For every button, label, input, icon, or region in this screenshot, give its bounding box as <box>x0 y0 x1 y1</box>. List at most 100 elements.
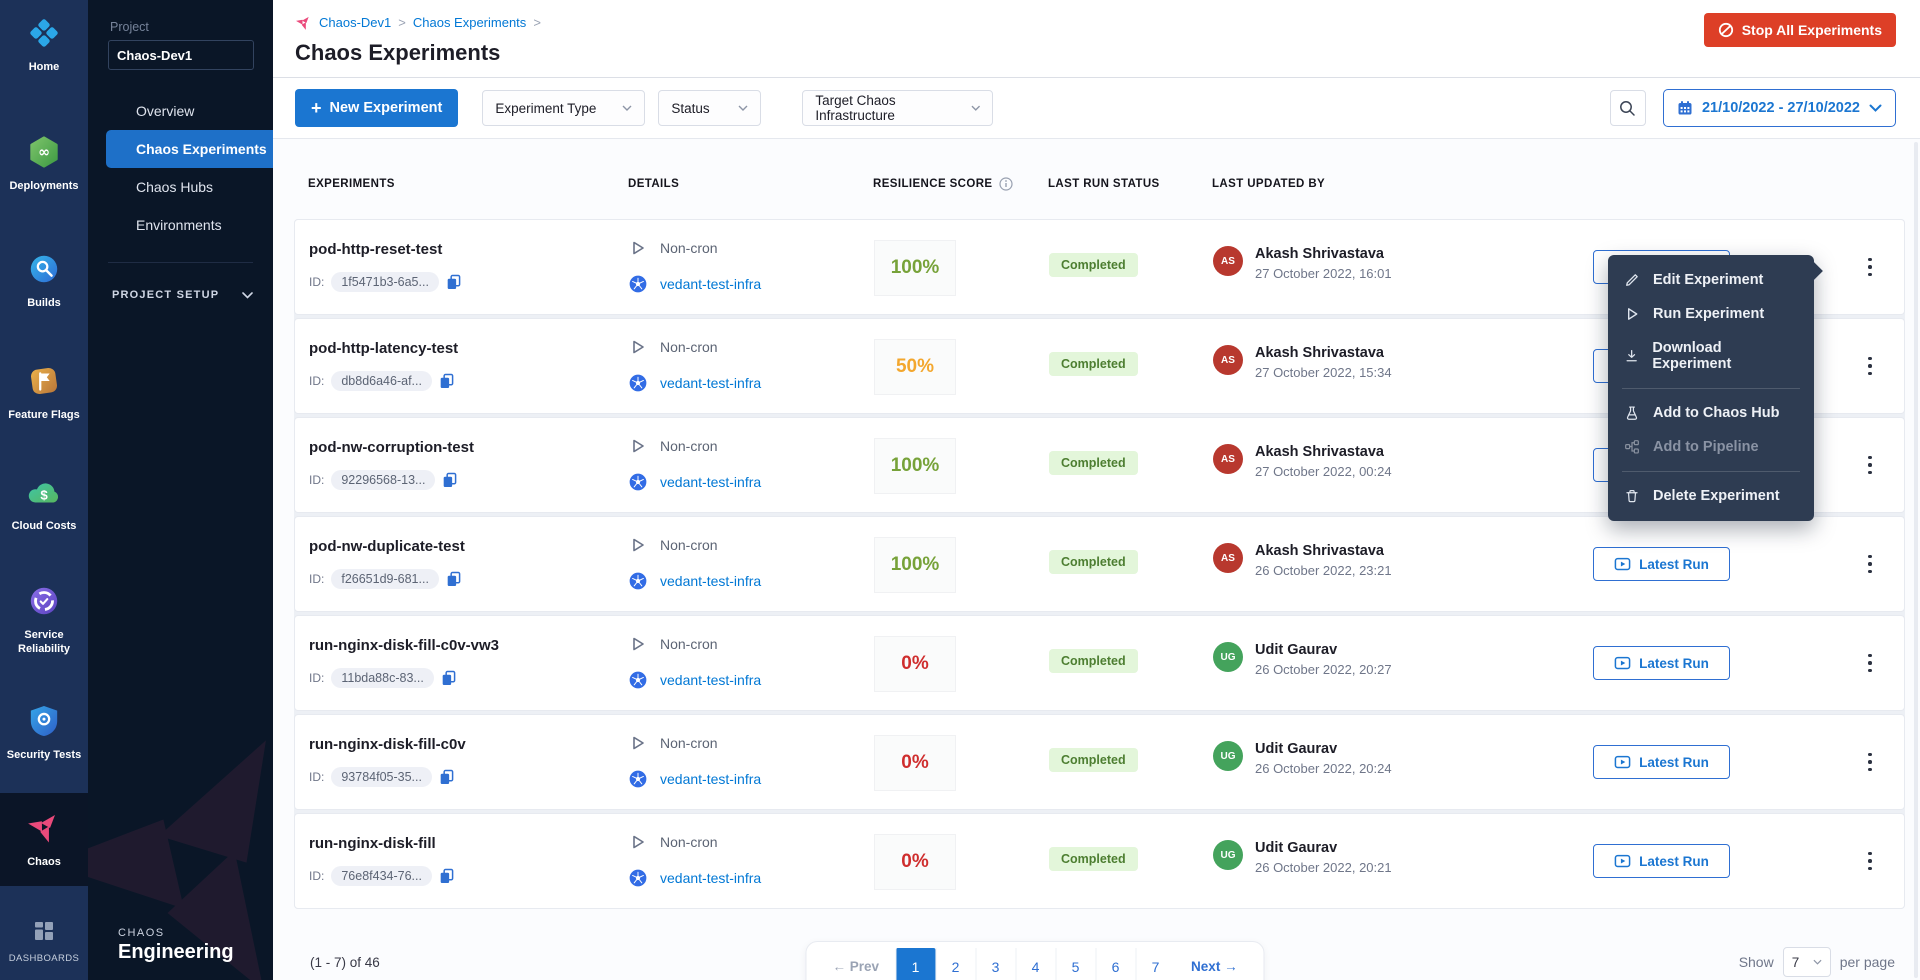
status-filter[interactable]: Status <box>658 90 761 126</box>
page-button-4[interactable]: 4 <box>1015 948 1055 980</box>
infra-link[interactable]: vedant-test-infra <box>660 771 761 787</box>
nav-service-reliability[interactable]: Service Reliability <box>0 574 88 667</box>
menu-item-add-to-pipeline[interactable]: Add to Pipeline <box>1608 430 1814 464</box>
infra-link[interactable]: vedant-test-infra <box>660 870 761 886</box>
project-name-input[interactable] <box>109 41 273 69</box>
non-cron-icon <box>629 239 647 257</box>
search-button[interactable] <box>1610 90 1646 126</box>
copy-id-button[interactable] <box>446 571 461 587</box>
row-menu-button[interactable] <box>1857 743 1883 781</box>
copy-id-button[interactable] <box>439 373 454 389</box>
infra-link[interactable]: vedant-test-infra <box>660 672 761 688</box>
non-cron-icon <box>629 734 647 752</box>
resilience-score-value: 100% <box>891 257 940 279</box>
nav-chaos[interactable]: Chaos <box>0 793 88 886</box>
latest-run-button[interactable]: Latest Run <box>1593 745 1730 779</box>
menu-item-download-experiment[interactable]: Download Experiment <box>1608 331 1814 381</box>
experiment-context-menu: Edit Experiment Run Experiment Download … <box>1608 255 1814 521</box>
nav-cloud-costs[interactable]: $ Cloud Costs <box>0 467 88 544</box>
stop-all-experiments-button[interactable]: Stop All Experiments <box>1704 13 1896 47</box>
copy-id-button[interactable] <box>441 670 456 686</box>
copy-id-button[interactable] <box>442 472 457 488</box>
nav-dashboards[interactable]: DASHBOARDS <box>0 910 88 975</box>
row-menu-button[interactable] <box>1857 347 1883 385</box>
experiment-name[interactable]: pod-nw-duplicate-test <box>309 538 629 555</box>
menu-item-delete-experiment[interactable]: Delete Experiment <box>1608 479 1814 513</box>
page-button-6[interactable]: 6 <box>1095 948 1135 980</box>
scrollbar[interactable] <box>1914 142 1918 978</box>
infra-link[interactable]: vedant-test-infra <box>660 375 761 391</box>
row-menu-button[interactable] <box>1857 248 1883 286</box>
target-infrastructure-label: Target Chaos Infrastructure <box>815 93 971 123</box>
menu-item-add-to-chaos-hub[interactable]: Add to Chaos Hub <box>1608 396 1814 430</box>
experiment-name[interactable]: pod-nw-corruption-test <box>309 439 629 456</box>
next-page-button[interactable]: Next → <box>1175 948 1254 980</box>
resilience-score-box: 0% <box>874 834 956 890</box>
sidebar-item-chaos-hubs[interactable]: Chaos Hubs <box>88 168 273 206</box>
project-setup-toggle[interactable]: PROJECT SETUP <box>112 289 253 301</box>
schedule-type: Non-cron <box>660 636 718 652</box>
menu-item-run-experiment[interactable]: Run Experiment <box>1608 297 1814 331</box>
row-menu-button[interactable] <box>1857 842 1883 880</box>
infra-link[interactable]: vedant-test-infra <box>660 474 761 490</box>
experiment-id-label: ID: <box>309 275 324 289</box>
column-details: DETAILS <box>628 177 873 191</box>
non-cron-icon <box>629 833 647 851</box>
experiment-name[interactable]: pod-http-latency-test <box>309 340 629 357</box>
nav-builds[interactable]: Builds <box>0 242 88 321</box>
resilience-score-box: 50% <box>874 339 956 395</box>
date-range-label: 21/10/2022 - 27/10/2022 <box>1702 100 1860 116</box>
experiment-name[interactable]: run-nginx-disk-fill-c0v <box>309 736 629 753</box>
experiment-name[interactable]: pod-http-reset-test <box>309 241 629 258</box>
new-experiment-button[interactable]: + New Experiment <box>295 89 458 127</box>
experiment-id-value: 93784f05-35... <box>331 767 432 787</box>
sidebar-item-environments[interactable]: Environments <box>88 206 273 244</box>
row-menu-button[interactable] <box>1857 644 1883 682</box>
latest-run-button[interactable]: Latest Run <box>1593 844 1730 878</box>
infra-link[interactable]: vedant-test-infra <box>660 276 761 292</box>
sidebar-item-overview[interactable]: Overview <box>88 92 273 130</box>
infra-link[interactable]: vedant-test-infra <box>660 573 761 589</box>
target-infrastructure-filter[interactable]: Target Chaos Infrastructure <box>802 90 993 126</box>
experiment-id-value: 76e8f434-76... <box>331 866 432 886</box>
menu-item-edit-experiment[interactable]: Edit Experiment <box>1608 263 1814 297</box>
breadcrumb-separator: > <box>533 15 541 30</box>
page-button-7[interactable]: 7 <box>1135 948 1175 980</box>
copy-icon <box>439 373 454 389</box>
resilience-score-value: 100% <box>891 455 940 477</box>
nav-security-tests[interactable]: Security Tests <box>0 694 88 773</box>
nav-home[interactable]: Home <box>0 6 88 85</box>
page-button-5[interactable]: 5 <box>1055 948 1095 980</box>
experiment-name[interactable]: run-nginx-disk-fill <box>309 835 629 852</box>
status-badge: Completed <box>1049 352 1138 376</box>
page-title: Chaos Experiments <box>295 40 1920 66</box>
schedule-type: Non-cron <box>660 735 718 751</box>
page-button-1[interactable]: 1 <box>895 948 935 980</box>
latest-run-button[interactable]: Latest Run <box>1593 646 1730 680</box>
user-name: Udit Gaurav <box>1255 840 1392 856</box>
page-button-2[interactable]: 2 <box>935 948 975 980</box>
copy-id-button[interactable] <box>439 868 454 884</box>
breadcrumb-project-link[interactable]: Chaos-Dev1 <box>319 15 391 30</box>
copy-id-button[interactable] <box>439 769 454 785</box>
breadcrumb-separator: > <box>398 15 406 30</box>
sidebar-item-chaos-experiments[interactable]: Chaos Experiments <box>106 130 273 168</box>
run-history-icon <box>1614 556 1631 573</box>
avatar: AS <box>1213 543 1243 573</box>
breadcrumb-page-link[interactable]: Chaos Experiments <box>413 15 526 30</box>
page-size-select[interactable]: 7 <box>1783 947 1831 977</box>
nav-deployments[interactable]: ∞ Deployments <box>0 125 88 204</box>
experiment-type-filter[interactable]: Experiment Type <box>482 90 645 126</box>
info-icon[interactable] <box>999 177 1013 191</box>
row-menu-button[interactable] <box>1857 545 1883 583</box>
nav-feature-flags[interactable]: Feature Flags <box>0 354 88 433</box>
prev-page-button[interactable]: ← Prev <box>817 948 896 980</box>
latest-run-button[interactable]: Latest Run <box>1593 547 1730 581</box>
experiment-name[interactable]: run-nginx-disk-fill-c0v-vw3 <box>309 637 629 654</box>
resilience-score-value: 50% <box>896 356 934 378</box>
date-range-picker[interactable]: 21/10/2022 - 27/10/2022 <box>1663 89 1896 127</box>
download-icon <box>1624 348 1639 364</box>
row-menu-button[interactable] <box>1857 446 1883 484</box>
copy-id-button[interactable] <box>446 274 461 290</box>
page-button-3[interactable]: 3 <box>975 948 1015 980</box>
